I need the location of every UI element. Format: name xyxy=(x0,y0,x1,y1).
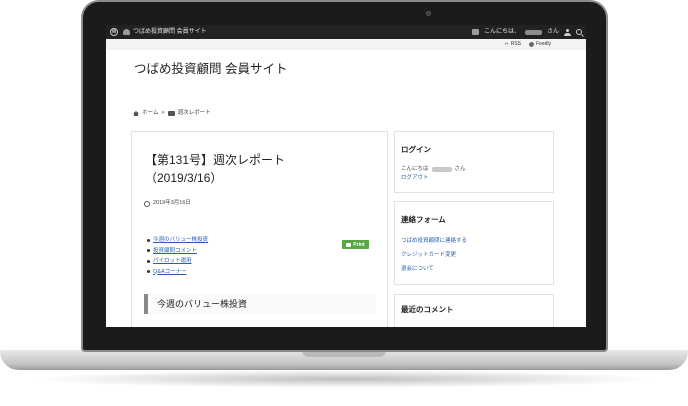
bullet-icon xyxy=(147,238,150,242)
bullet-icon xyxy=(147,270,150,274)
login-widget: ログイン こんにちは さん ログアウト xyxy=(394,131,554,193)
blurred-username xyxy=(431,167,452,172)
login-greeting: こんにちは さん xyxy=(401,166,466,173)
folder-icon xyxy=(167,111,175,116)
logout-link[interactable]: ログアウト xyxy=(401,175,429,182)
contact-widget: 連絡フォーム つばめ投資顧問に連絡する クレジットカード変更 退会について xyxy=(394,201,554,285)
print-label: Print xyxy=(353,241,365,248)
unsubscribe-link[interactable]: 退会について xyxy=(401,266,434,273)
list-item: 今週のバリュー株投資 xyxy=(147,235,208,246)
post-date-text: 2019年3月16日 xyxy=(153,200,191,206)
table-of-contents: 今週のバリュー株投資 投資顧問コメント パイロット運用 Q&Aコーナー xyxy=(147,235,208,277)
credit-card-link[interactable]: クレジットカード変更 xyxy=(401,252,456,259)
breadcrumb: ホーム > 週次レポート xyxy=(133,110,211,117)
home-icon xyxy=(133,111,139,116)
search-icon[interactable] xyxy=(576,29,582,35)
feedly-label: Feedly xyxy=(535,41,551,47)
bullet-icon xyxy=(147,259,150,263)
toc-link[interactable]: 今週のバリュー株投資 xyxy=(153,235,208,246)
admin-honorific: さん xyxy=(546,29,559,35)
breadcrumb-current[interactable]: 週次レポート xyxy=(178,110,211,117)
rss-icon: ∺ xyxy=(504,41,509,47)
clock-icon xyxy=(144,200,150,207)
comment-icon[interactable] xyxy=(471,29,479,35)
toc-link[interactable]: 投資顧問コメント xyxy=(153,246,197,257)
post-date: 2019年3月16日 xyxy=(144,200,191,207)
laptop-mockup: W つばめ投資顧問 会員サイト こんにちは、 さん ∺ RSS Feedly つ… xyxy=(0,0,688,406)
feed-bar: ∺ RSS Feedly xyxy=(106,39,586,50)
site-title[interactable]: つばめ投資顧問 会員サイト xyxy=(134,61,287,77)
recent-comments-title: 最近のコメント xyxy=(401,305,454,314)
feedly-link[interactable]: Feedly xyxy=(528,41,551,48)
article-card: 【第131号】週次レポート （2019/3/16） 2019年3月16日 今週の… xyxy=(131,131,388,327)
toc-link[interactable]: パイロット運用 xyxy=(153,256,192,267)
post-title-line2: （2019/3/16） xyxy=(145,171,223,185)
admin-site-name[interactable]: つばめ投資顧問 会員サイト xyxy=(133,28,207,36)
dashboard-icon[interactable] xyxy=(123,29,130,35)
printer-icon xyxy=(346,242,352,247)
toc-link[interactable]: Q&Aコーナー xyxy=(153,267,187,278)
rss-link[interactable]: ∺ RSS xyxy=(505,41,521,48)
contact-link[interactable]: つばめ投資顧問に連絡する xyxy=(401,238,467,245)
admin-greeting[interactable]: こんにちは、 xyxy=(484,28,520,36)
rss-label: RSS xyxy=(510,41,521,47)
login-title: ログイン xyxy=(401,145,431,154)
breadcrumb-home[interactable]: ホーム xyxy=(142,110,158,117)
user-icon[interactable] xyxy=(564,28,571,36)
bullet-icon xyxy=(147,249,150,253)
post-title-line1: 【第131号】週次レポート xyxy=(145,153,286,167)
contact-title: 連絡フォーム xyxy=(401,215,446,224)
list-item: Q&Aコーナー xyxy=(147,267,208,278)
login-honorific: さん xyxy=(454,166,466,172)
breadcrumb-separator: > xyxy=(161,110,165,116)
feedly-icon xyxy=(528,42,534,47)
camera-icon xyxy=(426,11,431,16)
blurred-username xyxy=(524,29,542,35)
admin-account: こんにちは、 さん xyxy=(471,27,582,37)
print-button[interactable]: Print xyxy=(342,240,369,249)
login-greeting-text: こんにちは xyxy=(401,166,429,172)
list-item: 投資顧問コメント xyxy=(147,246,208,257)
admin-bar: W つばめ投資顧問 会員サイト こんにちは、 さん xyxy=(106,25,586,39)
post-title: 【第131号】週次レポート （2019/3/16） xyxy=(145,151,345,187)
list-item: パイロット運用 xyxy=(147,256,208,267)
browser-screen: W つばめ投資顧問 会員サイト こんにちは、 さん ∺ RSS Feedly つ… xyxy=(106,25,586,327)
wordpress-icon[interactable]: W xyxy=(110,28,118,36)
laptop-shadow xyxy=(30,370,658,388)
section-heading: 今週のバリュー株投資 xyxy=(144,294,376,314)
recent-comments-widget: 最近のコメント xyxy=(394,294,554,327)
